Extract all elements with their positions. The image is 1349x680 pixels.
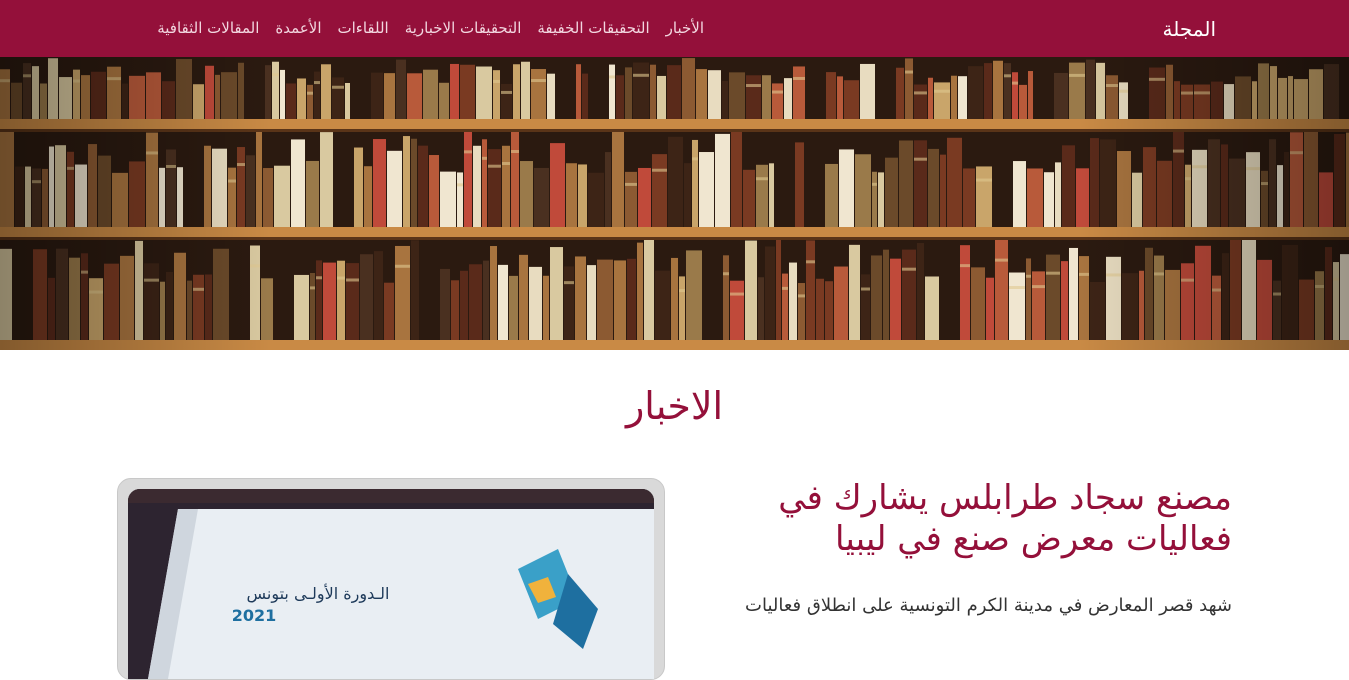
nav-link-light-investigations[interactable]: التحقيقات الخفيفة — [537, 19, 649, 37]
top-navbar: المجلة الأخبار التحقيقات الخفيفة التحقيق… — [0, 0, 1349, 58]
nav-item-interviews: اللقاءات — [337, 18, 388, 38]
nav-link-interviews[interactable]: اللقاءات — [337, 19, 388, 37]
article-title[interactable]: مصنع سجاد طرابلس يشارك في فعاليات معرض ص… — [672, 478, 1232, 560]
hero-bookshelf-image — [0, 57, 1349, 350]
nav-item-columns: الأعمدة — [275, 18, 321, 38]
exhibition-banner-photo: الـدورة الأولـى بتونس 2021 — [128, 489, 654, 679]
nav-item-light-investigations: التحقيقات الخفيفة — [537, 18, 649, 38]
article-photo: الـدورة الأولـى بتونس 2021 — [128, 489, 654, 679]
nav-link-news-investigations[interactable]: التحقيقات الاخبارية — [405, 19, 522, 37]
nav-item-news-investigations: التحقيقات الاخبارية — [405, 18, 522, 38]
nav-item-news: الأخبار — [666, 18, 704, 38]
nav-link-columns[interactable]: الأعمدة — [275, 19, 321, 37]
bookshelf-illustration — [0, 57, 1349, 350]
banner-text-edition: الـدورة الأولـى بتونس — [246, 583, 389, 604]
banner-text-year: 2021 — [232, 606, 277, 625]
article-excerpt: شهد قصر المعارض في مدينة الكرم التونسية … — [745, 595, 1232, 616]
brand-logo-link[interactable]: المجلة — [1163, 15, 1216, 43]
section-title: الاخبار — [625, 384, 724, 428]
main-nav: الأخبار التحقيقات الخفيفة التحقيقات الاخ… — [157, 18, 704, 38]
nav-link-news[interactable]: الأخبار — [666, 19, 704, 37]
article-photo-frame[interactable]: الـدورة الأولـى بتونس 2021 — [117, 478, 665, 680]
nav-link-cultural-articles[interactable]: المقالات الثقافية — [157, 19, 259, 37]
nav-item-cultural-articles: المقالات الثقافية — [157, 18, 259, 38]
